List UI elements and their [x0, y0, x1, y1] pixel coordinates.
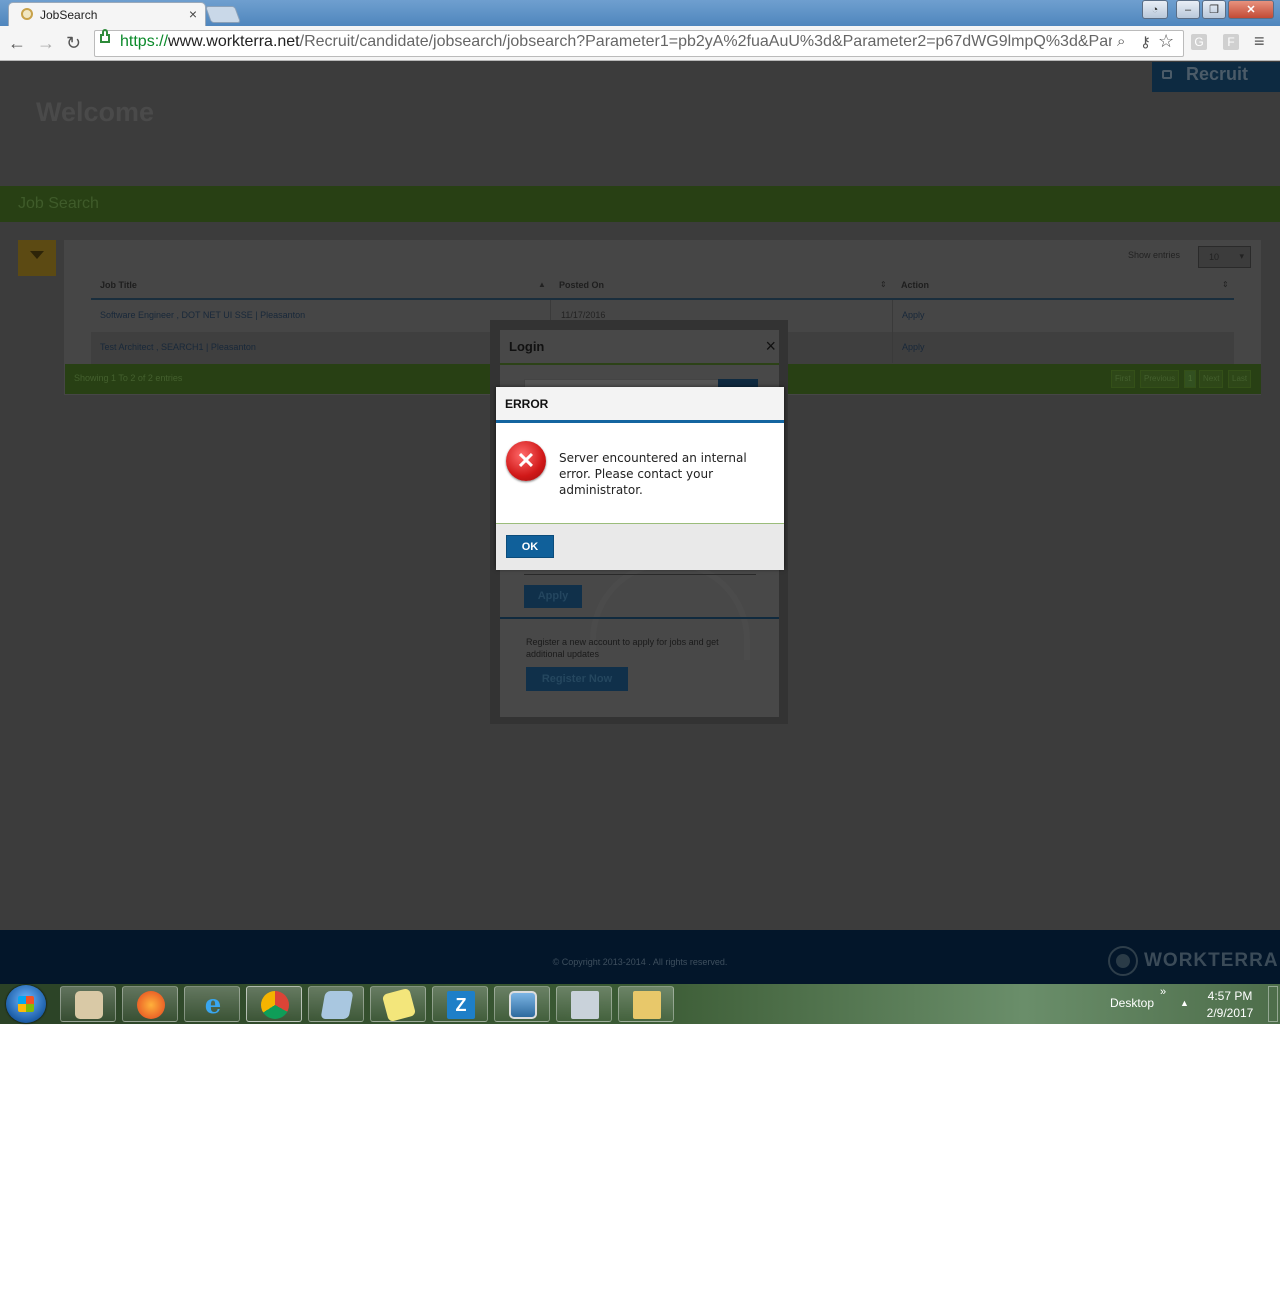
divider	[524, 574, 756, 575]
apply-link[interactable]: Apply	[902, 310, 925, 320]
extension-g-icon[interactable]: G	[1191, 34, 1207, 50]
ok-button[interactable]: OK	[506, 535, 554, 558]
tab-title: JobSearch	[40, 8, 98, 22]
tab-close-icon[interactable]: ×	[189, 6, 197, 22]
login-title: Login	[509, 339, 545, 354]
start-button[interactable]	[6, 985, 46, 1023]
filter-icon	[30, 251, 44, 259]
job-title-link[interactable]: Software Engineer , DOT NET UI SSE | Ple…	[100, 310, 305, 320]
job-title-link[interactable]: Test Architect , SEARCH1 | Pleasanton	[100, 342, 256, 352]
forward-icon[interactable]: →	[37, 33, 55, 54]
ssl-lock-body	[100, 34, 110, 43]
entries-value: 10	[1209, 252, 1220, 262]
recruit-label: Recruit	[1186, 64, 1249, 84]
error-dialog: ERROR ✕ Server encountered an internal e…	[496, 387, 784, 570]
photos-icon	[509, 991, 537, 1019]
pagination-first[interactable]: First	[1111, 370, 1135, 388]
taskbar-firefox[interactable]	[122, 986, 178, 1022]
desktop-toolbar-label[interactable]: Desktop	[1110, 996, 1154, 1010]
zotero-icon: Z	[447, 991, 475, 1019]
site-favicon-icon	[21, 8, 33, 20]
key-icon[interactable]: ⚷	[1140, 33, 1151, 51]
section-bar: Job Search	[0, 186, 1280, 222]
taskbar-file-explorer[interactable]	[618, 986, 674, 1022]
window-close-icon[interactable]: ✕	[1228, 0, 1274, 19]
workterra-logo-center	[1116, 954, 1130, 968]
sort-icon[interactable]: ⇕	[1222, 280, 1229, 289]
extension-f-icon[interactable]: F	[1223, 34, 1239, 50]
reload-icon[interactable]: ↻	[66, 33, 81, 54]
taskbar-zotero[interactable]: Z	[432, 986, 488, 1022]
error-title: ERROR	[505, 397, 549, 411]
lock-icon	[1162, 70, 1172, 79]
copyright-text: © Copyright 2013-2014 . All rights reser…	[552, 957, 728, 967]
zoom-search-icon[interactable]: ⌕	[1117, 33, 1125, 50]
taskbar-internet-explorer[interactable]: e	[184, 986, 240, 1022]
filter-button[interactable]	[18, 240, 56, 276]
login-input-button[interactable]	[718, 379, 758, 387]
notepad-icon	[320, 991, 354, 1019]
sticky-notes-icon	[381, 987, 417, 1023]
workterra-brand: WORKTERRA	[1144, 950, 1279, 971]
internet-explorer-icon: e	[204, 990, 222, 1020]
show-entries-label: Show entries	[1128, 250, 1181, 260]
chevron-right-icon[interactable]: »	[1160, 986, 1166, 998]
url-text[interactable]: https://www.workterra.net/Recruit/candid…	[120, 33, 1112, 51]
login-modal-header: Login ×	[500, 330, 779, 365]
pagination-last[interactable]: Last	[1228, 370, 1252, 388]
entries-select[interactable]: 10 ▾	[1198, 246, 1251, 268]
bookmark-star-icon[interactable]: ☆	[1158, 31, 1174, 52]
restore-icon[interactable]: ❐	[1202, 0, 1226, 19]
new-tab-button[interactable]	[204, 6, 242, 23]
posted-on-cell: 11/17/2016	[561, 310, 606, 320]
windows-logo-icon	[18, 996, 34, 1012]
pagination-previous[interactable]: Previous	[1140, 370, 1180, 388]
paint-icon	[75, 991, 103, 1019]
welcome-heading: Welcome	[36, 97, 155, 127]
sort-asc-icon[interactable]: ▲	[538, 280, 546, 289]
error-message: Server encountered an internal error. Pl…	[559, 451, 747, 497]
user-profile-icon[interactable]: ◔	[1142, 0, 1168, 19]
pagination-page-1[interactable]: 1	[1184, 370, 1197, 388]
column-header-job-title[interactable]: Job Title	[100, 280, 137, 290]
clock-time[interactable]: 4:57 PM	[1204, 989, 1256, 1003]
taskbar-calculator[interactable]	[556, 986, 612, 1022]
firefox-icon	[137, 991, 165, 1019]
back-icon[interactable]: ←	[8, 33, 26, 54]
browser-tab-jobsearch[interactable]: JobSearch ×	[8, 2, 206, 27]
taskbar-paint[interactable]	[60, 986, 116, 1022]
taskbar-photos[interactable]	[494, 986, 550, 1022]
browser-menu-icon[interactable]: ≡	[1254, 31, 1265, 52]
column-header-posted-on[interactable]: Posted On	[559, 280, 604, 290]
chrome-icon	[261, 991, 289, 1019]
chevron-down-icon: ▾	[1239, 251, 1244, 261]
register-prompt: Register a new account to apply for jobs…	[526, 637, 719, 659]
pagination-next[interactable]: Next	[1199, 370, 1224, 388]
apply-link[interactable]: Apply	[902, 342, 925, 352]
minimize-icon[interactable]: –	[1176, 0, 1200, 19]
error-dialog-footer: OK	[496, 523, 784, 570]
section-title: Job Search	[18, 195, 99, 212]
calculator-icon	[571, 991, 599, 1019]
taskbar-sticky-notes[interactable]	[370, 986, 426, 1023]
folder-icon	[633, 991, 661, 1019]
showing-entries-text: Showing 1 To 2 of 2 entries	[74, 373, 183, 383]
show-desktop-button[interactable]	[1268, 986, 1278, 1022]
close-icon[interactable]: ×	[765, 336, 776, 357]
taskbar-notepad[interactable]	[308, 986, 364, 1022]
column-divider	[892, 300, 893, 363]
error-dialog-header: ERROR	[496, 387, 784, 423]
column-header-action[interactable]: Action	[901, 280, 929, 290]
table-header	[91, 276, 1234, 300]
divider	[500, 617, 779, 619]
register-now-button[interactable]: Register Now	[526, 667, 628, 691]
sort-icon[interactable]: ⇕	[880, 280, 887, 289]
taskbar-chrome[interactable]	[246, 986, 302, 1022]
login-apply-button[interactable]: Apply	[524, 585, 582, 608]
clock-date[interactable]: 2/9/2017	[1200, 1006, 1260, 1020]
tray-expand-icon[interactable]: ▲	[1180, 998, 1189, 1008]
recruit-badge[interactable]: Recruit	[1152, 62, 1280, 92]
error-x-icon: ✕	[506, 441, 546, 481]
